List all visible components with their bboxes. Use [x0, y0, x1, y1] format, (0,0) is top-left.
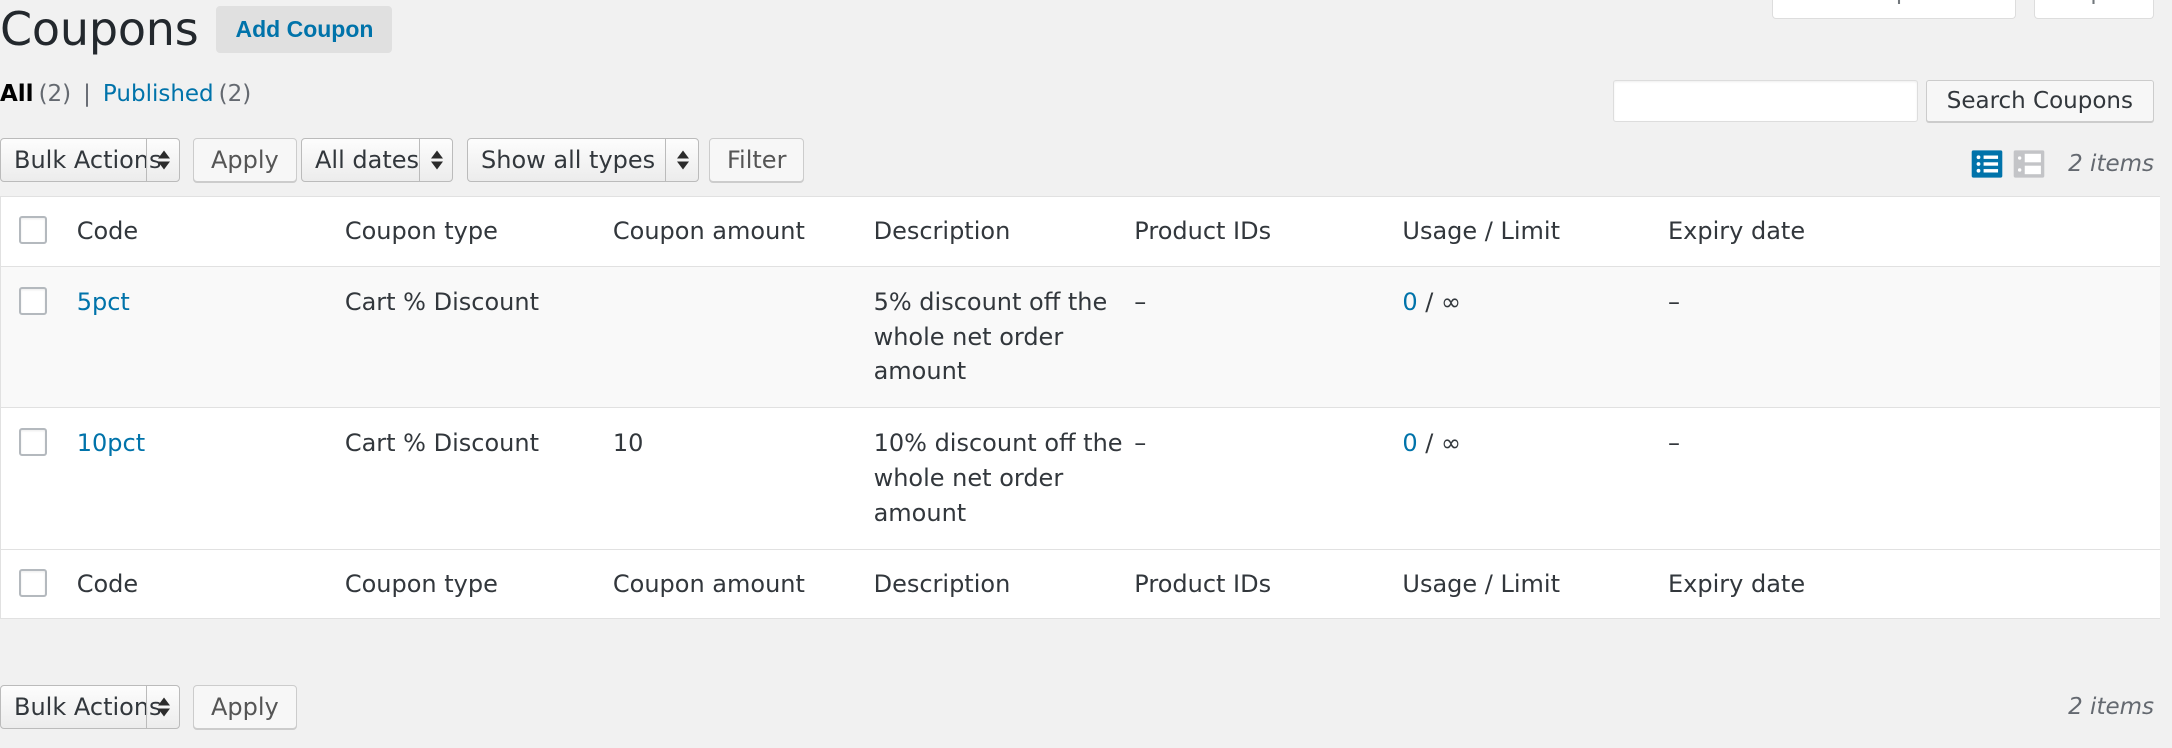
column-header-product-ids[interactable]: Product IDs — [1134, 197, 1402, 267]
row-select-cell — [1, 266, 77, 407]
bulk-actions-select-top[interactable]: Bulk Actions — [0, 138, 180, 182]
coupons-table: Code Coupon type Coupon amount Descripti… — [0, 196, 2160, 620]
column-footer-code[interactable]: Code — [77, 549, 345, 619]
select-divider — [146, 139, 147, 181]
cell-code: 10pct — [77, 408, 345, 549]
cell-expiry-date: – — [1668, 287, 1680, 316]
select-stepper-icon — [158, 150, 170, 170]
tablenav-bottom-right: 2 items — [2068, 683, 2154, 731]
tablenav-top: Bulk Actions Apply All dates Show all ty… — [0, 138, 2172, 190]
table-header-row: Code Coupon type Coupon amount Descripti… — [0, 197, 2160, 267]
select-all-checkbox[interactable] — [19, 216, 47, 244]
tablenav-bottom: Bulk Actions Apply 2 items — [0, 677, 2172, 737]
screen-meta-links: Screen Options Help — [1772, 0, 2154, 20]
column-header-code[interactable]: Code — [77, 197, 345, 267]
select-stepper-icon — [158, 697, 170, 717]
column-header-coupon-type[interactable]: Coupon type — [345, 197, 613, 267]
select-stepper-icon — [431, 150, 443, 170]
status-separator: | — [83, 81, 91, 107]
usage-limit-value: ∞ — [1441, 429, 1462, 458]
cell-usage-limit: 0 / ∞ — [1402, 266, 1668, 407]
screen-options-label: Screen Options — [1791, 0, 1966, 8]
tablenav-top-right: 2 items — [1970, 138, 2154, 190]
status-count-all: (2) — [38, 81, 72, 107]
filter-button[interactable]: Filter — [709, 138, 805, 182]
cell-product-ids: – — [1134, 429, 1147, 458]
items-count-top: 2 items — [2068, 151, 2154, 177]
view-switcher — [1970, 147, 2046, 181]
status-count-published: (2) — [218, 81, 252, 107]
usage-sep-slash: / — [1425, 287, 1434, 316]
bulk-actions-label-bottom: Bulk Actions — [14, 693, 162, 721]
cell-coupon-amount — [613, 266, 874, 407]
date-filter-select[interactable]: All dates — [301, 138, 453, 182]
coupon-code-link[interactable]: 5pct — [77, 288, 130, 316]
excerpt-view-icon[interactable] — [2012, 147, 2046, 181]
column-footer-product-ids[interactable]: Product IDs — [1134, 549, 1402, 619]
search-coupons-button[interactable]: Search Coupons — [1925, 80, 2154, 122]
coupon-code-link[interactable]: 10pct — [77, 429, 145, 457]
coupon-type-filter-select[interactable]: Show all types — [467, 138, 699, 182]
column-header-usage-limit[interactable]: Usage / Limit — [1402, 197, 1668, 267]
table-body: 5pct Cart % Discount 5% discount off the… — [0, 266, 2160, 550]
usage-count-link[interactable]: 0 — [1402, 429, 1417, 457]
search-input[interactable] — [1612, 80, 1918, 122]
cell-usage-limit: 0 / ∞ — [1402, 408, 1668, 549]
help-label: Help — [2053, 0, 2105, 8]
coupon-type-filter-label: Show all types — [481, 146, 656, 174]
cell-code: 5pct — [77, 266, 345, 407]
add-coupon-button[interactable]: Add Coupon — [216, 5, 393, 54]
apply-button-bottom[interactable]: Apply — [193, 685, 297, 729]
status-link-all[interactable]: All — [0, 80, 34, 110]
status-filter-links: All (2) | Published (2) — [0, 80, 251, 110]
bulk-actions-select-bottom[interactable]: Bulk Actions — [0, 685, 180, 729]
row-select-cell — [1, 408, 77, 549]
table-row: 5pct Cart % Discount 5% discount off the… — [0, 266, 2160, 408]
table-head: Code Coupon type Coupon amount Descripti… — [0, 197, 2160, 267]
column-footer-description[interactable]: Description — [874, 549, 1135, 619]
table-row: 10pct Cart % Discount 10 10% discount of… — [0, 408, 2160, 550]
select-all-header — [1, 197, 77, 267]
tablenav-bottom-actions: Bulk Actions Apply — [0, 677, 2172, 729]
usage-count-link[interactable]: 0 — [1402, 288, 1417, 316]
date-filter-label: All dates — [315, 146, 420, 174]
cell-expiry-date: – — [1668, 429, 1680, 458]
column-header-expiry-date[interactable]: Expiry date — [1668, 197, 2160, 267]
cell-coupon-type: Cart % Discount — [344, 287, 539, 316]
screen-options-button[interactable]: Screen Options — [1772, 0, 2016, 20]
select-stepper-icon — [677, 150, 689, 170]
help-button[interactable]: Help — [2033, 0, 2154, 20]
apply-button-top[interactable]: Apply — [193, 138, 297, 182]
page-title: Coupons — [0, 2, 199, 56]
items-count-bottom: 2 items — [2068, 694, 2154, 720]
column-footer-coupon-amount[interactable]: Coupon amount — [613, 549, 874, 619]
row-checkbox[interactable] — [19, 428, 47, 457]
cell-description: 5% discount off the whole net order amou… — [873, 287, 1108, 386]
cell-coupon-type: Cart % Discount — [344, 429, 539, 458]
column-header-coupon-amount[interactable]: Coupon amount — [613, 197, 874, 267]
cell-coupon-amount: 10 — [612, 429, 644, 458]
column-header-description[interactable]: Description — [874, 197, 1135, 267]
row-checkbox[interactable] — [19, 286, 47, 315]
usage-limit-value: ∞ — [1441, 287, 1462, 316]
cell-description: 10% discount off the whole net order amo… — [873, 429, 1123, 527]
coupons-admin-page: Screen Options Help Coupons Add Coupon A… — [0, 0, 2172, 748]
table-footer-row: Code Coupon type Coupon amount Descripti… — [0, 549, 2160, 619]
select-divider — [419, 139, 420, 181]
list-view-icon[interactable] — [1970, 147, 2004, 181]
table-foot: Code Coupon type Coupon amount Descripti… — [0, 549, 2160, 619]
select-all-checkbox-footer[interactable] — [19, 568, 47, 597]
search-box: Search Coupons — [1612, 80, 2154, 122]
bulk-actions-label-top: Bulk Actions — [14, 146, 162, 174]
column-footer-coupon-type[interactable]: Coupon type — [345, 549, 613, 619]
column-footer-usage-limit[interactable]: Usage / Limit — [1402, 549, 1668, 619]
cell-product-ids: – — [1134, 287, 1147, 316]
select-divider — [146, 686, 147, 728]
usage-sep-slash: / — [1425, 429, 1434, 458]
select-divider — [665, 139, 666, 181]
column-footer-expiry-date[interactable]: Expiry date — [1668, 549, 2160, 619]
page-header: Coupons Add Coupon — [0, 2, 393, 56]
status-link-published[interactable]: Published — [103, 80, 214, 110]
select-all-footer — [1, 549, 77, 619]
